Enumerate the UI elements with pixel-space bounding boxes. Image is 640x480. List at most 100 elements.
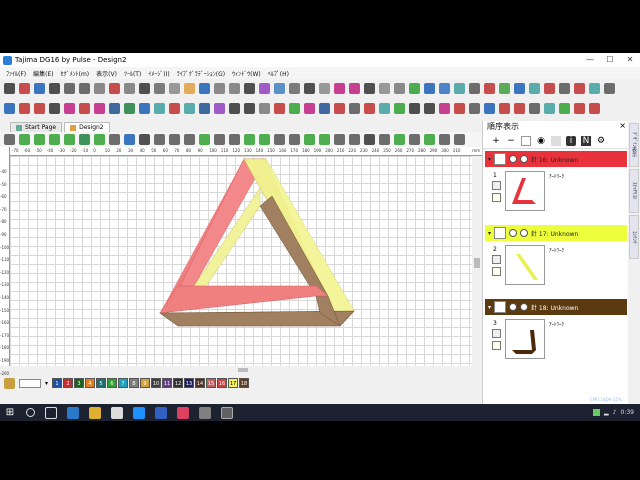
color-swatch-4[interactable]: 4 <box>85 378 96 388</box>
app-icon-3[interactable] <box>199 406 211 419</box>
main-tool-icon-32[interactable] <box>469 82 480 94</box>
side-tab-stitch-list[interactable]: ｽﾃｯﾁﾘｽﾄ <box>629 169 639 213</box>
color-swatch-7[interactable]: 7 <box>118 378 129 388</box>
store-icon[interactable] <box>111 406 123 419</box>
edit-tool-icon-10[interactable] <box>139 102 150 114</box>
draw-tool-icon-5[interactable] <box>64 134 75 145</box>
main-tool-icon-33[interactable] <box>484 82 495 94</box>
main-tool-icon-13[interactable] <box>184 82 195 94</box>
main-tool-icon-16[interactable] <box>229 82 240 94</box>
main-tool-icon-4[interactable] <box>49 82 60 94</box>
draw-tool-icon-17[interactable] <box>244 134 255 145</box>
horizontal-scrollbar[interactable] <box>10 366 472 374</box>
collapse-icon[interactable]: ▾ <box>488 156 491 163</box>
draw-tool-icon-30[interactable] <box>439 134 450 145</box>
edit-tool-icon-5[interactable] <box>64 102 75 114</box>
color-swatch-16[interactable]: 16 <box>217 378 228 388</box>
main-tool-icon-34[interactable] <box>499 82 510 94</box>
menu-edit[interactable]: 編集(E) <box>33 69 53 78</box>
main-tool-icon-15[interactable] <box>214 82 225 94</box>
start-icon[interactable]: ⊞ <box>4 407 16 419</box>
tab-start-page[interactable]: Start Page <box>10 122 63 132</box>
menu-image[interactable]: ｲﾒｰｼﾞ(I) <box>148 69 169 78</box>
edit-tool-icon-14[interactable] <box>199 102 210 114</box>
color-swatch-10[interactable]: 10 <box>151 378 162 388</box>
collapse-icon[interactable]: ▾ <box>488 304 491 311</box>
color-value-input[interactable] <box>19 378 41 388</box>
main-tool-icon-2[interactable] <box>19 82 30 94</box>
edit-tool-icon-38[interactable] <box>559 102 570 114</box>
main-tool-icon-35[interactable] <box>514 82 525 94</box>
edit-tool-icon-6[interactable] <box>79 102 90 114</box>
draw-tool-icon-18[interactable] <box>259 134 270 145</box>
edit-tool-icon-9[interactable] <box>124 102 135 114</box>
app-icon-1[interactable] <box>155 406 167 419</box>
main-tool-icon-28[interactable] <box>409 82 420 94</box>
draw-tool-icon-1[interactable] <box>4 134 15 145</box>
main-tool-icon-14[interactable] <box>199 82 210 94</box>
color-swatch-6[interactable]: 6 <box>107 378 118 388</box>
tray-app-icon[interactable] <box>593 409 601 416</box>
main-tool-icon-26[interactable] <box>379 82 390 94</box>
edit-tool-icon-18[interactable] <box>259 102 270 114</box>
main-tool-icon-27[interactable] <box>394 82 405 94</box>
visibility-icon[interactable] <box>509 303 518 311</box>
draw-tool-icon-28[interactable] <box>409 134 420 145</box>
main-tool-icon-24[interactable] <box>349 82 360 94</box>
draw-tool-icon-14[interactable] <box>199 134 210 145</box>
draw-tool-icon-11[interactable] <box>154 134 165 145</box>
color-swatch-5[interactable]: 5 <box>96 378 107 388</box>
main-tool-icon-39[interactable] <box>574 82 585 94</box>
color-swatch-8[interactable]: 8 <box>129 378 140 388</box>
clock[interactable]: 0:39 <box>621 409 634 416</box>
object-header-2[interactable]: ▾ 針 17: Unknown <box>485 225 627 241</box>
edit-tool-icon-20[interactable] <box>289 102 300 114</box>
edit-tool-icon-1[interactable] <box>4 102 15 114</box>
draw-tool-icon-29[interactable] <box>424 134 435 145</box>
main-tool-icon-25[interactable] <box>364 82 375 94</box>
main-tool-icon-30[interactable] <box>439 82 450 94</box>
eye-toggle-icon[interactable] <box>492 255 501 264</box>
maximize-button[interactable]: ☐ <box>600 53 620 67</box>
draw-tool-icon-6[interactable] <box>79 134 90 145</box>
main-tool-icon-37[interactable] <box>544 82 555 94</box>
object-row-2[interactable]: 2 ｱｰﾄﾜｰｸ <box>485 243 627 295</box>
color-swatch-2[interactable]: 2 <box>63 378 74 388</box>
task-view-icon[interactable] <box>45 406 57 419</box>
lock-icon[interactable] <box>520 229 529 237</box>
dg16-taskbar-icon[interactable] <box>221 406 233 419</box>
color-swatch-14[interactable]: 14 <box>195 378 206 388</box>
design-canvas[interactable] <box>10 156 472 366</box>
draw-tool-icon-15[interactable] <box>214 134 225 145</box>
menu-window[interactable]: ｳｨﾝﾄﾞｳ(W) <box>232 69 261 78</box>
edit-tool-icon-40[interactable] <box>589 102 600 114</box>
edit-tool-icon-26[interactable] <box>379 102 390 114</box>
main-tool-icon-41[interactable] <box>604 82 615 94</box>
main-tool-icon-3[interactable] <box>34 82 45 94</box>
main-tool-icon-8[interactable] <box>109 82 120 94</box>
draw-tool-icon-20[interactable] <box>289 134 300 145</box>
object-row-3[interactable]: 3 ｱｰﾄﾜｰｸ <box>485 317 627 369</box>
box-icon[interactable] <box>521 135 531 146</box>
edge-icon[interactable] <box>67 406 79 419</box>
edit-icon[interactable] <box>492 267 501 276</box>
color-swatch-18[interactable]: 18 <box>239 378 250 388</box>
main-tool-icon-12[interactable] <box>169 82 180 94</box>
menu-view[interactable]: 表示(V) <box>96 69 117 78</box>
add-icon[interactable]: + <box>491 136 501 146</box>
color-swatch-17[interactable]: 17 <box>228 378 239 388</box>
main-tool-icon-5[interactable] <box>64 82 75 94</box>
edit-tool-icon-24[interactable] <box>349 102 360 114</box>
draw-tool-icon-27[interactable] <box>394 134 405 145</box>
main-tool-icon-20[interactable] <box>289 82 300 94</box>
lock-icon[interactable] <box>520 303 529 311</box>
file-explorer-icon[interactable] <box>89 406 101 419</box>
edit-tool-icon-15[interactable] <box>214 102 225 114</box>
edit-tool-icon-19[interactable] <box>274 102 285 114</box>
edit-tool-icon-37[interactable] <box>544 102 555 114</box>
menu-segment[interactable]: ｾｸﾞﾒﾝﾄ(m) <box>61 69 90 78</box>
main-tool-icon-18[interactable] <box>259 82 270 94</box>
scroll-thumb[interactable] <box>474 258 480 268</box>
main-tool-icon-38[interactable] <box>559 82 570 94</box>
draw-tool-icon-4[interactable] <box>49 134 60 145</box>
